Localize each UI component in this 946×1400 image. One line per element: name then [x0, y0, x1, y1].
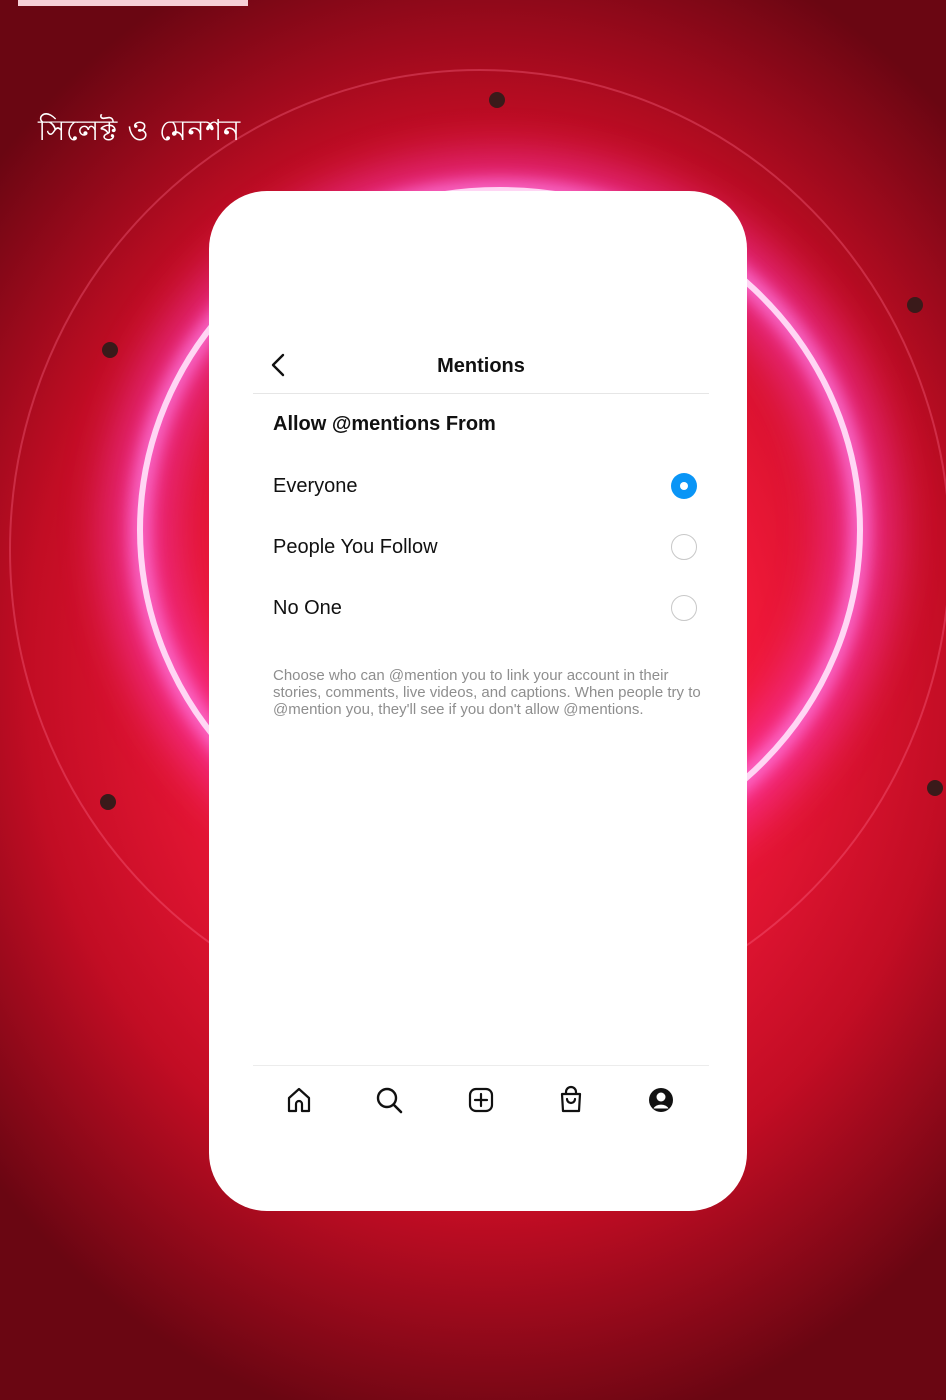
tab-shop[interactable] [555, 1084, 587, 1116]
radio-selected[interactable] [671, 473, 697, 499]
search-icon [376, 1087, 403, 1114]
caption: সিলেক্ট ও মেনশন [38, 113, 241, 147]
option-label: No One [273, 597, 342, 619]
tab-home[interactable] [283, 1084, 315, 1116]
section-heading: Allow @mentions From [273, 413, 496, 435]
tab-bar [253, 1065, 709, 1136]
option-everyone[interactable]: Everyone [253, 459, 709, 515]
radio-unselected[interactable] [671, 595, 697, 621]
nav-header: Mentions [253, 341, 709, 394]
top-strip [18, 0, 248, 6]
phone-screen: Mentions Allow @mentions From Everyone P… [209, 191, 747, 1211]
mentions-description: Choose who can @mention you to link your… [273, 667, 701, 718]
option-label: Everyone [273, 475, 358, 497]
option-label: People You Follow [273, 536, 438, 558]
tab-profile[interactable] [645, 1084, 677, 1116]
option-no-one[interactable]: No One [253, 581, 709, 637]
create-icon [468, 1087, 494, 1113]
shop-icon [560, 1085, 582, 1113]
tab-search[interactable] [373, 1084, 405, 1116]
option-people-you-follow[interactable]: People You Follow [253, 520, 709, 576]
radio-unselected[interactable] [671, 534, 697, 560]
home-icon [287, 1087, 311, 1113]
tab-create[interactable] [465, 1084, 497, 1116]
profile-icon [649, 1088, 673, 1112]
page-title: Mentions [437, 355, 525, 377]
